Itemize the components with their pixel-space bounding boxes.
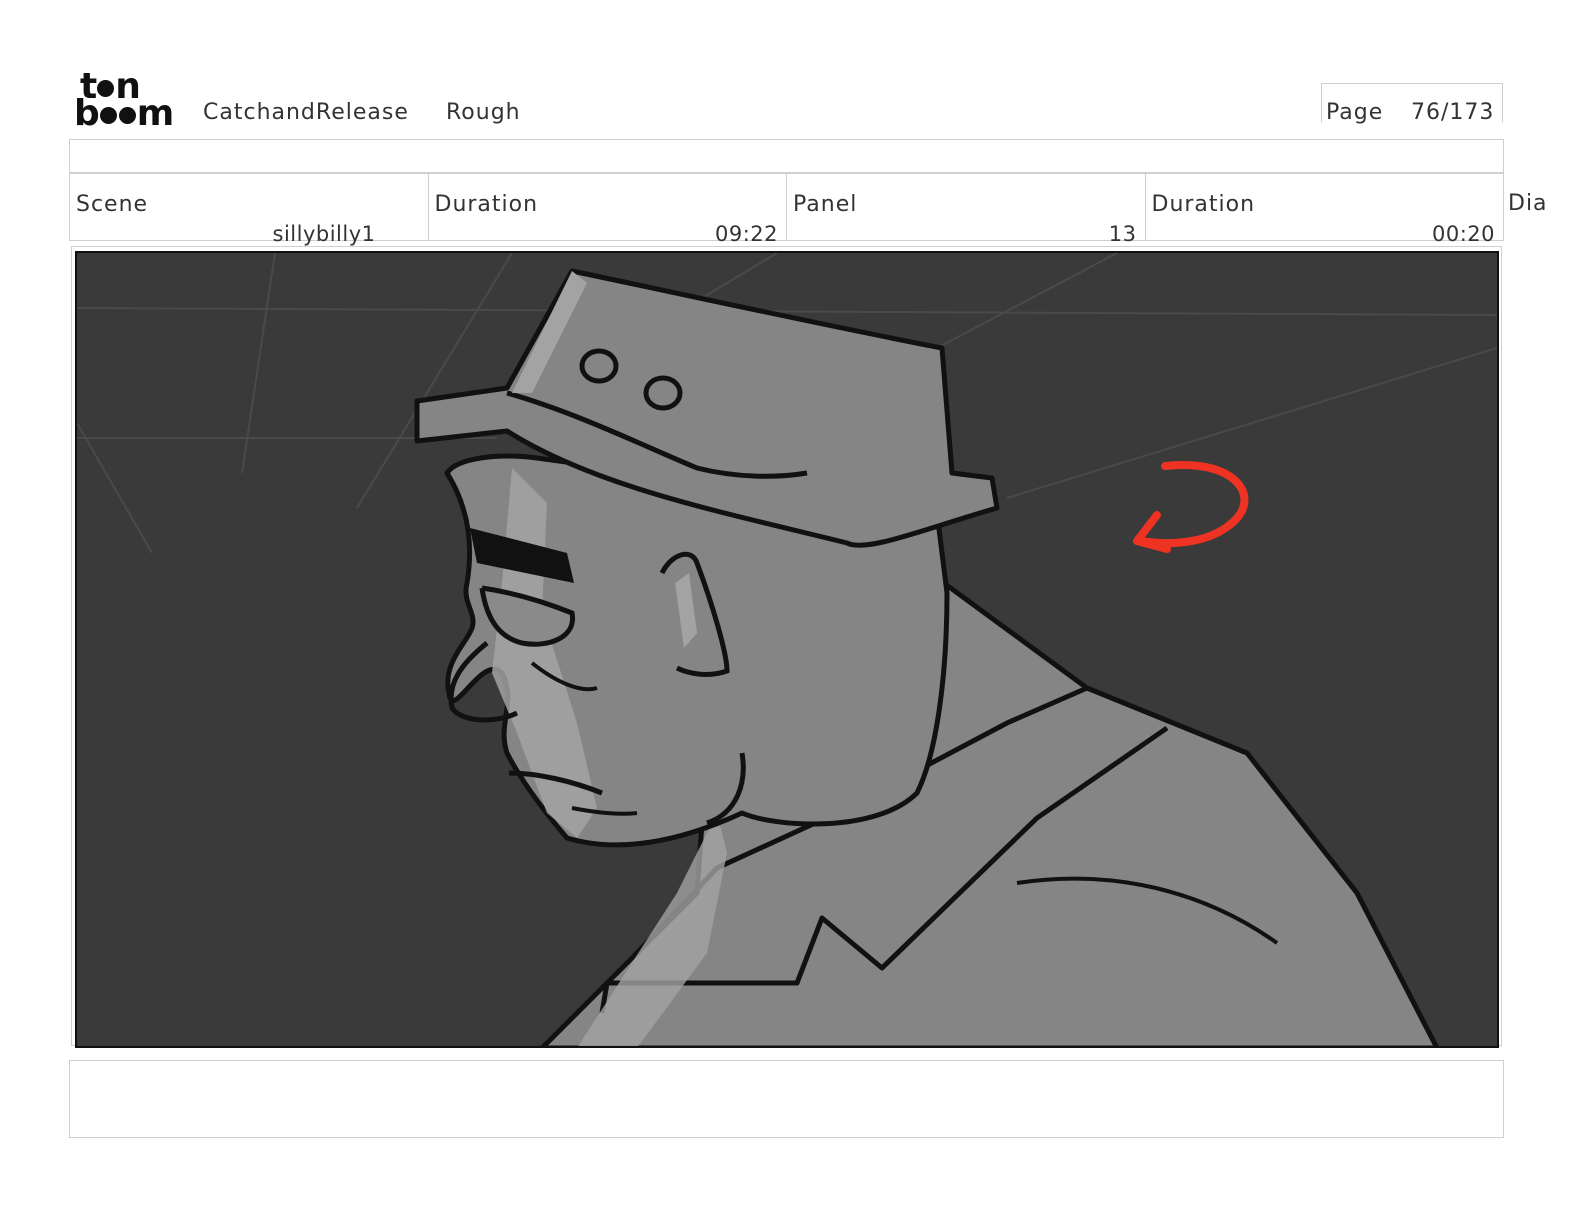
stage-name: Rough [446,100,521,125]
dialog-label: Dia [1508,191,1548,216]
logo-letter-b: b [74,93,100,134]
header-strip [69,139,1504,173]
scene-value: sillybilly1 [272,222,376,246]
panel-label: Panel [793,192,858,217]
storyboard-panel-image [75,251,1499,1048]
panel-duration-label: Duration [1151,192,1256,217]
scene-duration-value: 09:22 [714,222,778,246]
panel-cell: Panel 13 [787,174,1146,246]
panel-duration-cell: Duration 00:20 [1146,174,1504,246]
scene-duration-label: Duration [434,192,539,217]
panel-duration-value: 00:20 [1431,222,1495,246]
scene-duration-cell: Duration 09:22 [429,174,787,246]
scene-label: Scene [76,192,149,217]
page-label: Page [1326,100,1384,125]
page-number: 76/173 [1411,100,1495,125]
panel-info-row: Scene sillybilly1 Duration 09:22 Panel 1… [69,173,1504,246]
panel-value: 13 [1108,222,1137,246]
panel-drawing [77,253,1497,1046]
logo-letter-m: m [136,93,175,134]
curved-arrow-icon [1133,460,1249,553]
project-name: CatchandRelease [203,100,409,125]
toonboom-logo: tn bm [74,69,182,132]
scene-cell: Scene sillybilly1 [70,174,429,246]
caption-box [69,1060,1504,1138]
logo-bottom-row: bm [74,96,174,132]
